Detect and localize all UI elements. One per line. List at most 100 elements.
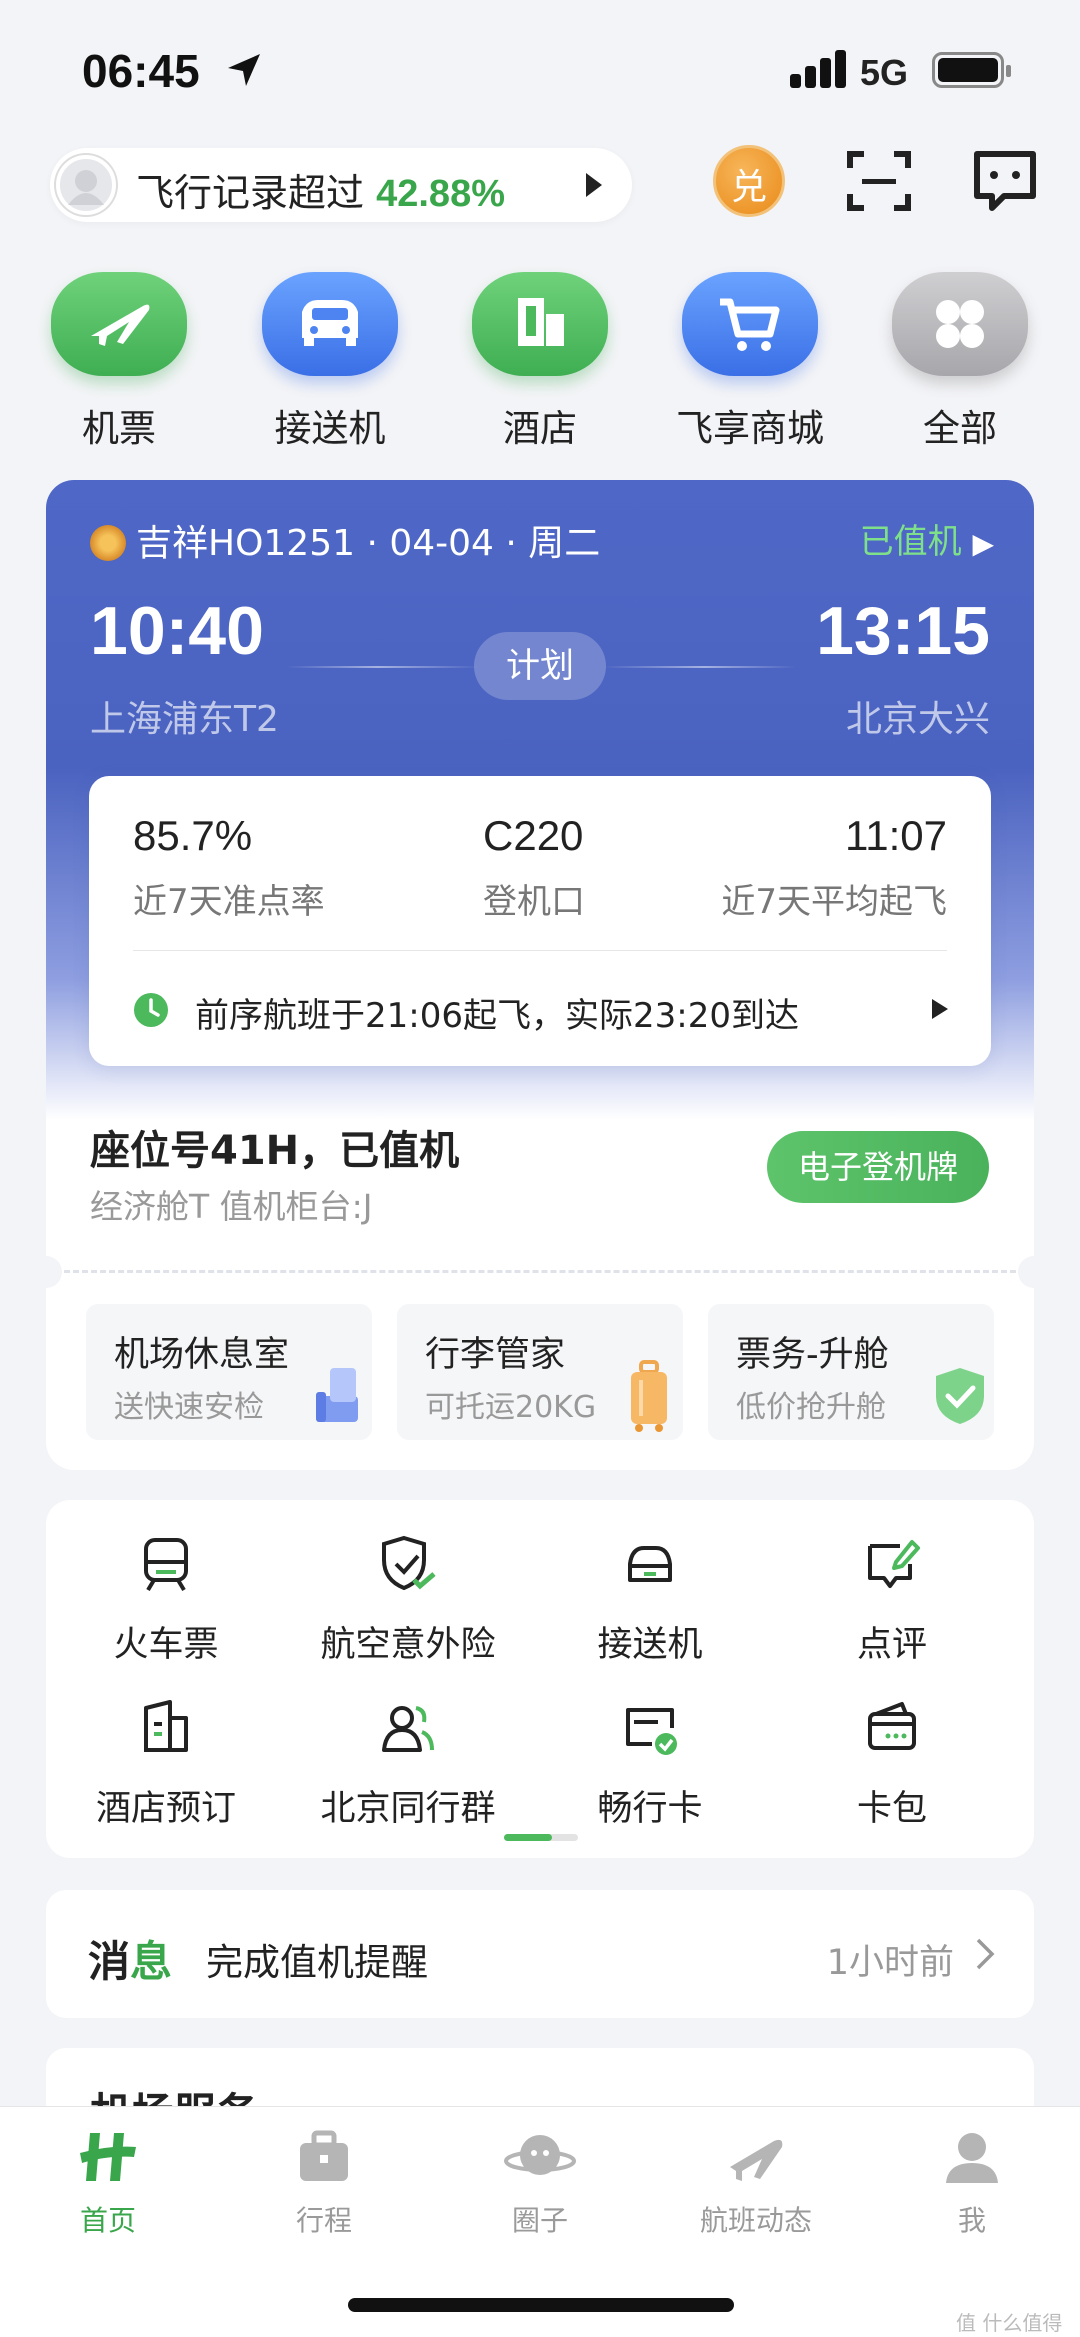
tab-flight-status[interactable]: 航班动态	[648, 2127, 864, 2239]
tab-home[interactable]: 首页	[0, 2127, 216, 2239]
redeem-badge-text: 兑	[730, 167, 767, 208]
status-time: 06:45	[82, 45, 200, 97]
departure-airport: 上海浦东T2	[90, 699, 279, 740]
service-title: 票务-升舱	[736, 1335, 889, 1375]
grid-label: 卡包	[856, 1789, 927, 1829]
service-sub: 低价抢升舱	[736, 1390, 886, 1425]
quick-label-all[interactable]: 全部	[855, 398, 1065, 452]
car-icon[interactable]	[262, 272, 398, 376]
armchair-icon	[316, 1368, 358, 1422]
home-indicator	[348, 2298, 734, 2312]
car-outline-icon	[628, 1546, 672, 1582]
location-arrow-icon	[228, 54, 260, 86]
battery-icon	[932, 52, 1011, 88]
ticket-perforation	[46, 1270, 1034, 1273]
user-icon	[946, 2133, 998, 2183]
avg-departure-value: 11:07	[845, 812, 947, 859]
checkin-status[interactable]: 已值机 ▶	[860, 514, 994, 563]
message-icon[interactable]	[972, 148, 1038, 214]
quick-label-transfer[interactable]: 接送机	[225, 398, 435, 452]
previous-flight-row[interactable]: 前序航班于21:06起飞，实际23:20到达	[89, 952, 991, 1066]
lounge-service[interactable]: 机场休息室 送快速安检	[86, 1304, 372, 1440]
grid-item-hotel[interactable]: 酒店预订	[46, 1698, 286, 1831]
service-sub: 送快速安检	[114, 1390, 264, 1425]
grid-label: 畅行卡	[597, 1789, 703, 1829]
tab-trips[interactable]: 行程	[216, 2127, 432, 2239]
tab-label: 圈子	[511, 2204, 568, 2237]
planet-icon	[504, 2135, 576, 2175]
card-check-icon	[626, 1708, 677, 1755]
home-logo-icon	[80, 2133, 136, 2181]
divider	[133, 950, 947, 951]
seat-info: 座位号41H，已值机	[90, 1128, 460, 1174]
avg-departure-label: 近7天平均起飞	[721, 882, 947, 922]
tab-label: 我	[957, 2204, 986, 2237]
cart-icon[interactable]	[682, 272, 818, 376]
grid-item-group[interactable]: 北京同行群	[288, 1698, 528, 1831]
grid-item-wallet[interactable]: 卡包	[772, 1698, 1012, 1831]
ontime-rate-value: 85.7%	[133, 812, 253, 859]
chevron-right-icon	[976, 1938, 995, 1970]
shield-check-icon	[382, 1535, 436, 1591]
scan-icon[interactable]	[846, 148, 912, 214]
grid-item-train[interactable]: 火车票	[46, 1534, 286, 1667]
message-tag: 消息	[88, 1937, 173, 1986]
hotel-icon	[144, 1700, 188, 1752]
redeem-button[interactable]: 兑	[713, 145, 785, 217]
grid-item-transfer[interactable]: 接送机	[530, 1534, 770, 1667]
quick-label-hotel[interactable]: 酒店	[435, 398, 645, 452]
flight-record-pill[interactable]: 飞行记录超过 42.88%	[50, 148, 632, 222]
flight-card[interactable]: 吉祥HO1251 · 04-04 · 周二 已值机 ▶ 10:40 上海浦东T2…	[46, 480, 1034, 1470]
wallet-icon	[868, 1702, 916, 1750]
departure-time: 10:40	[90, 593, 264, 669]
briefcase-icon	[300, 2130, 348, 2181]
flight-number-date: 吉祥HO1251 · 04-04 · 周二	[136, 523, 601, 564]
plane-icon[interactable]	[51, 272, 187, 376]
grid-label: 接送机	[597, 1625, 703, 1665]
avatar[interactable]	[56, 155, 116, 215]
message-time: 1小时前	[826, 1943, 954, 1983]
gate-value: C220	[483, 812, 584, 859]
grid-label: 航空意外险	[320, 1625, 496, 1665]
flight-stats-box: 85.7% 近7天准点率 C220 登机口 11:07 近7天平均起飞 前序航班…	[89, 776, 991, 1066]
service-title: 机场休息室	[114, 1335, 290, 1375]
message-bar[interactable]: 消息 完成值机提醒 1小时前	[46, 1890, 1034, 2018]
shield-check-icon	[936, 1368, 984, 1424]
ticket-notch	[46, 1256, 62, 1288]
watermark: 值 什么值得买	[956, 2311, 1063, 2335]
grid-label: 北京同行群	[320, 1789, 496, 1829]
grid-item-insurance[interactable]: 航空意外险	[288, 1534, 528, 1667]
flight-record-text: 飞行记录超过 42.88%	[136, 171, 505, 215]
quick-label-flight[interactable]: 机票	[14, 398, 224, 452]
play-arrow-icon	[932, 999, 948, 1019]
arrival-time: 13:15	[816, 593, 990, 669]
baggage-service[interactable]: 行李管家 可托运20KG	[397, 1304, 683, 1440]
gate-label: 登机口	[483, 882, 585, 922]
grid-item-review[interactable]: 点评	[772, 1534, 1012, 1667]
message-text: 完成值机提醒	[206, 1941, 428, 1984]
clover-icon[interactable]	[892, 272, 1028, 376]
grid-label: 点评	[856, 1625, 927, 1665]
ontime-rate-label: 近7天准点率	[133, 882, 325, 922]
grid-item-pass-card[interactable]: 畅行卡	[530, 1698, 770, 1831]
train-icon	[144, 1538, 188, 1592]
service-grid: 火车票 航空意外险 接送机 点评 酒店预订 北京同行群 畅行卡 卡包	[46, 1500, 1034, 1858]
tab-label: 行程	[295, 2204, 352, 2237]
upgrade-service[interactable]: 票务-升舱 低价抢升舱	[708, 1304, 994, 1440]
arrival-airport: 北京大兴	[845, 699, 990, 740]
luggage-icon	[631, 1360, 667, 1432]
tab-circle[interactable]: 圈子	[432, 2127, 648, 2239]
tab-label: 航班动态	[699, 2204, 812, 2237]
service-title: 行李管家	[425, 1335, 566, 1375]
tab-me[interactable]: 我	[864, 2127, 1080, 2239]
review-icon	[868, 1540, 920, 1588]
ticket-notch	[1018, 1256, 1034, 1288]
grid-label: 火车票	[113, 1625, 219, 1665]
building-icon[interactable]	[472, 272, 608, 376]
boarding-pass-button[interactable]: 电子登机牌	[767, 1131, 989, 1203]
airline-logo	[90, 525, 126, 561]
tab-label: 首页	[79, 2204, 136, 2237]
quick-label-mall[interactable]: 飞享商城	[645, 398, 855, 452]
plane-icon	[730, 2139, 783, 2181]
cabin-counter-info: 经济舱T 值机柜台:J	[90, 1187, 373, 1226]
